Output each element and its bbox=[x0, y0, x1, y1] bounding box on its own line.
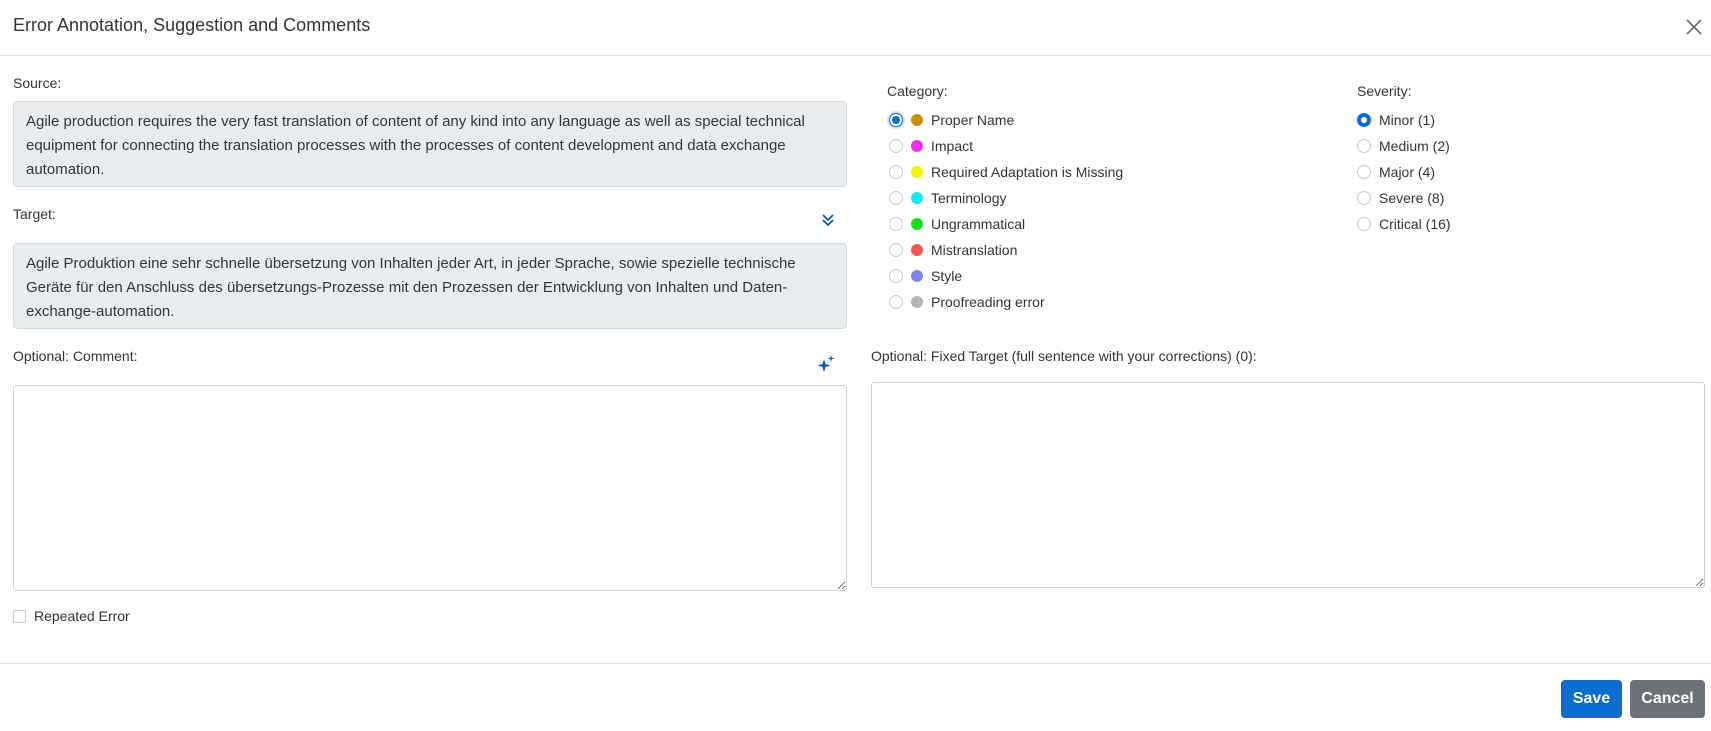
category-color-dot bbox=[911, 244, 923, 256]
category-option-label: Ungrammatical bbox=[931, 216, 1026, 232]
category-option[interactable]: Proper Name bbox=[889, 110, 1014, 130]
category-color-dot bbox=[911, 296, 923, 308]
dialog-header: Error Annotation, Suggestion and Comment… bbox=[0, 0, 1711, 56]
category-color-dot bbox=[911, 140, 923, 152]
footer-divider bbox=[0, 663, 1711, 664]
source-text: Agile production requires the very fast … bbox=[13, 101, 847, 187]
category-color-dot bbox=[911, 218, 923, 230]
category-color-dot bbox=[911, 192, 923, 204]
category-label: Category: bbox=[887, 83, 948, 99]
category-color-dot bbox=[911, 166, 923, 178]
severity-radio[interactable] bbox=[1357, 191, 1371, 205]
category-radio[interactable] bbox=[889, 191, 903, 205]
severity-option-label: Critical (16) bbox=[1379, 216, 1451, 232]
severity-option[interactable]: Minor (1) bbox=[1357, 110, 1435, 130]
category-radio[interactable] bbox=[889, 165, 903, 179]
severity-option[interactable]: Medium (2) bbox=[1357, 136, 1450, 156]
category-option[interactable]: Impact bbox=[889, 136, 973, 156]
checkbox-box[interactable] bbox=[13, 609, 26, 623]
category-radio[interactable] bbox=[889, 243, 903, 257]
category-radio[interactable] bbox=[889, 295, 903, 309]
source-label: Source: bbox=[13, 75, 62, 91]
severity-option-label: Minor (1) bbox=[1379, 112, 1436, 128]
target-text: Agile Produktion eine sehr schnelle über… bbox=[13, 243, 847, 329]
category-radio[interactable] bbox=[889, 269, 903, 283]
category-option-label: Proper Name bbox=[931, 112, 1015, 128]
category-option-label: Required Adaptation is Missing bbox=[931, 164, 1124, 180]
category-color-dot bbox=[911, 114, 923, 126]
category-option[interactable]: Mistranslation bbox=[889, 240, 1017, 260]
severity-option-label: Severe (8) bbox=[1379, 190, 1445, 206]
severity-option-label: Major (4) bbox=[1379, 164, 1436, 180]
severity-option[interactable]: Severe (8) bbox=[1357, 188, 1444, 208]
category-option-label: Mistranslation bbox=[931, 242, 1018, 258]
fixed-target-label: Optional: Fixed Target (full sentence wi… bbox=[871, 348, 1257, 364]
comment-label: Optional: Comment: bbox=[13, 348, 138, 364]
target-label: Target: bbox=[13, 206, 56, 222]
severity-radio[interactable] bbox=[1357, 165, 1371, 179]
category-option[interactable]: Ungrammatical bbox=[889, 214, 1025, 234]
close-icon[interactable] bbox=[1681, 14, 1707, 40]
severity-option[interactable]: Critical (16) bbox=[1357, 214, 1451, 234]
comment-textarea[interactable] bbox=[13, 385, 847, 591]
category-color-dot bbox=[911, 270, 923, 282]
double-chevron-down-icon[interactable] bbox=[819, 211, 837, 229]
category-option[interactable]: Proofreading error bbox=[889, 292, 1045, 312]
repeated-error-checkbox[interactable]: Repeated Error bbox=[13, 608, 130, 624]
category-option[interactable]: Terminology bbox=[889, 188, 1006, 208]
category-option[interactable]: Required Adaptation is Missing bbox=[889, 162, 1123, 182]
category-radio[interactable] bbox=[889, 217, 903, 231]
severity-option-label: Medium (2) bbox=[1379, 138, 1450, 154]
severity-radio[interactable] bbox=[1357, 139, 1371, 153]
severity-label: Severity: bbox=[1357, 83, 1412, 99]
category-radio[interactable] bbox=[889, 139, 903, 153]
category-option-label: Proofreading error bbox=[931, 294, 1045, 310]
category-option-label: Style bbox=[931, 268, 963, 284]
dialog-title: Error Annotation, Suggestion and Comment… bbox=[13, 15, 371, 35]
severity-option[interactable]: Major (4) bbox=[1357, 162, 1435, 182]
severity-radio[interactable] bbox=[1357, 217, 1371, 231]
severity-radio[interactable] bbox=[1357, 113, 1371, 127]
ai-sparkle-icon[interactable] bbox=[815, 353, 837, 375]
category-option-label: Terminology bbox=[931, 190, 1007, 206]
category-radio[interactable] bbox=[889, 113, 903, 127]
repeated-error-label: Repeated Error bbox=[34, 608, 130, 624]
cancel-button[interactable]: Cancel bbox=[1630, 680, 1705, 718]
category-option[interactable]: Style bbox=[889, 266, 962, 286]
category-option-label: Impact bbox=[931, 138, 974, 154]
fixed-target-textarea[interactable] bbox=[871, 382, 1705, 588]
save-button[interactable]: Save bbox=[1561, 680, 1622, 718]
